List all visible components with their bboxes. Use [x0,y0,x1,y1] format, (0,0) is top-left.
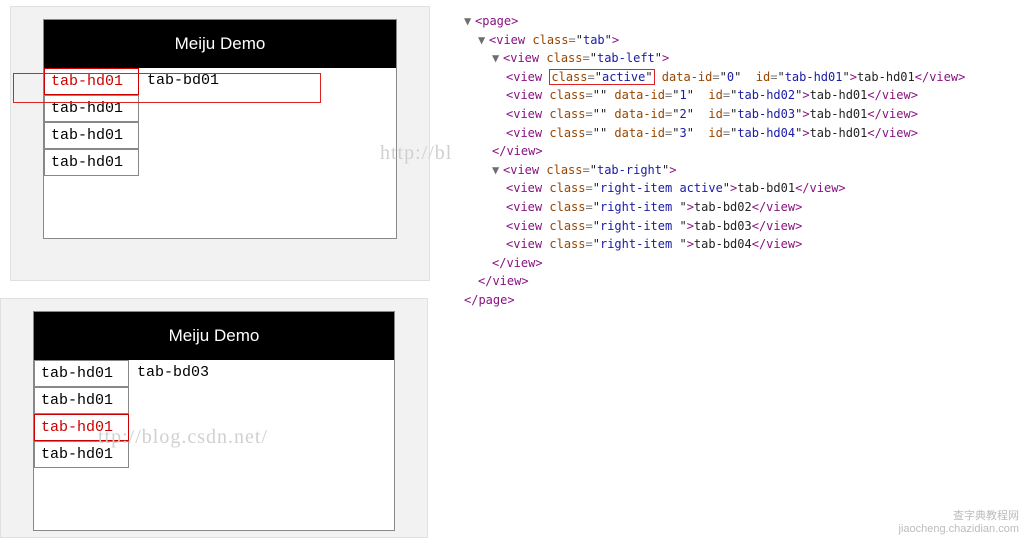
toggle-icon[interactable]: ▼ [464,12,475,31]
dom-node-close-tab[interactable]: </view> [450,272,1020,291]
footer-watermark: 查字典教程网 jiaocheng.chazidian.com [899,507,1019,535]
devtools-elements[interactable]: ▼<page> ▼<view class="tab"> ▼<view class… [450,12,1020,310]
footer-watermark-line1: 查字典教程网 [899,507,1019,523]
tab-left: tab-hd01 tab-hd01 tab-hd01 tab-hd01 [44,68,139,238]
dom-node-bd-1[interactable]: <view class="right-item ">tab-bd02</view… [450,198,1020,217]
dom-node-hd-0[interactable]: <view class="active" data-id="0" id="tab… [450,68,1020,87]
tab-hd-3[interactable]: tab-hd01 [44,149,139,176]
dom-node-close-tab-left[interactable]: </view> [450,142,1020,161]
dom-node-view-tab-left[interactable]: ▼<view class="tab-left"> [450,49,1020,68]
demo-body: tab-hd01 tab-hd01 tab-hd01 tab-hd01 tab-… [44,68,396,238]
dom-node-bd-2[interactable]: <view class="right-item ">tab-bd03</view… [450,217,1020,236]
preview-panel-2: Meiju Demo tab-hd01 tab-hd01 tab-hd01 ta… [0,298,428,538]
demo-app-1: Meiju Demo tab-hd01 tab-hd01 tab-hd01 ta… [43,19,397,239]
tab-hd-2[interactable]: tab-hd01 [34,414,129,441]
highlight-class-attr: class="active" [549,69,654,85]
dom-node-hd-1[interactable]: <view class="" data-id="1" id="tab-hd02"… [450,86,1020,105]
toggle-icon[interactable]: ▼ [478,31,489,50]
dom-node-hd-2[interactable]: <view class="" data-id="2" id="tab-hd03"… [450,105,1020,124]
tab-left: tab-hd01 tab-hd01 tab-hd01 tab-hd01 [34,360,129,530]
tab-hd-1[interactable]: tab-hd01 [44,95,139,122]
tab-hd-0[interactable]: tab-hd01 [34,360,129,387]
tab-hd-2[interactable]: tab-hd01 [44,122,139,149]
tab-hd-1[interactable]: tab-hd01 [34,387,129,414]
tab-hd-0[interactable]: tab-hd01 [44,68,139,95]
footer-watermark-line2: jiaocheng.chazidian.com [899,523,1019,535]
dom-node-page[interactable]: ▼<page> [450,12,1020,31]
dom-node-close-tab-right[interactable]: </view> [450,254,1020,273]
demo-body: tab-hd01 tab-hd01 tab-hd01 tab-hd01 tab-… [34,360,394,530]
dom-node-close-page[interactable]: </page> [450,291,1020,310]
dom-node-hd-3[interactable]: <view class="" data-id="3" id="tab-hd04"… [450,124,1020,143]
dom-node-view-tab-right[interactable]: ▼<view class="tab-right"> [450,161,1020,180]
demo-app-2: Meiju Demo tab-hd01 tab-hd01 tab-hd01 ta… [33,311,395,531]
tab-right: tab-bd01 [139,68,396,238]
dom-node-view-tab[interactable]: ▼<view class="tab"> [450,31,1020,50]
dom-node-bd-3[interactable]: <view class="right-item ">tab-bd04</view… [450,235,1020,254]
toggle-icon[interactable]: ▼ [492,49,503,68]
preview-panel-1: Meiju Demo tab-hd01 tab-hd01 tab-hd01 ta… [10,6,430,281]
dom-node-bd-0[interactable]: <view class="right-item active">tab-bd01… [450,179,1020,198]
toggle-icon[interactable]: ▼ [492,161,503,180]
demo-header: Meiju Demo [44,20,396,68]
tab-hd-3[interactable]: tab-hd01 [34,441,129,468]
tab-right: tab-bd03 [129,360,394,530]
demo-header: Meiju Demo [34,312,394,360]
